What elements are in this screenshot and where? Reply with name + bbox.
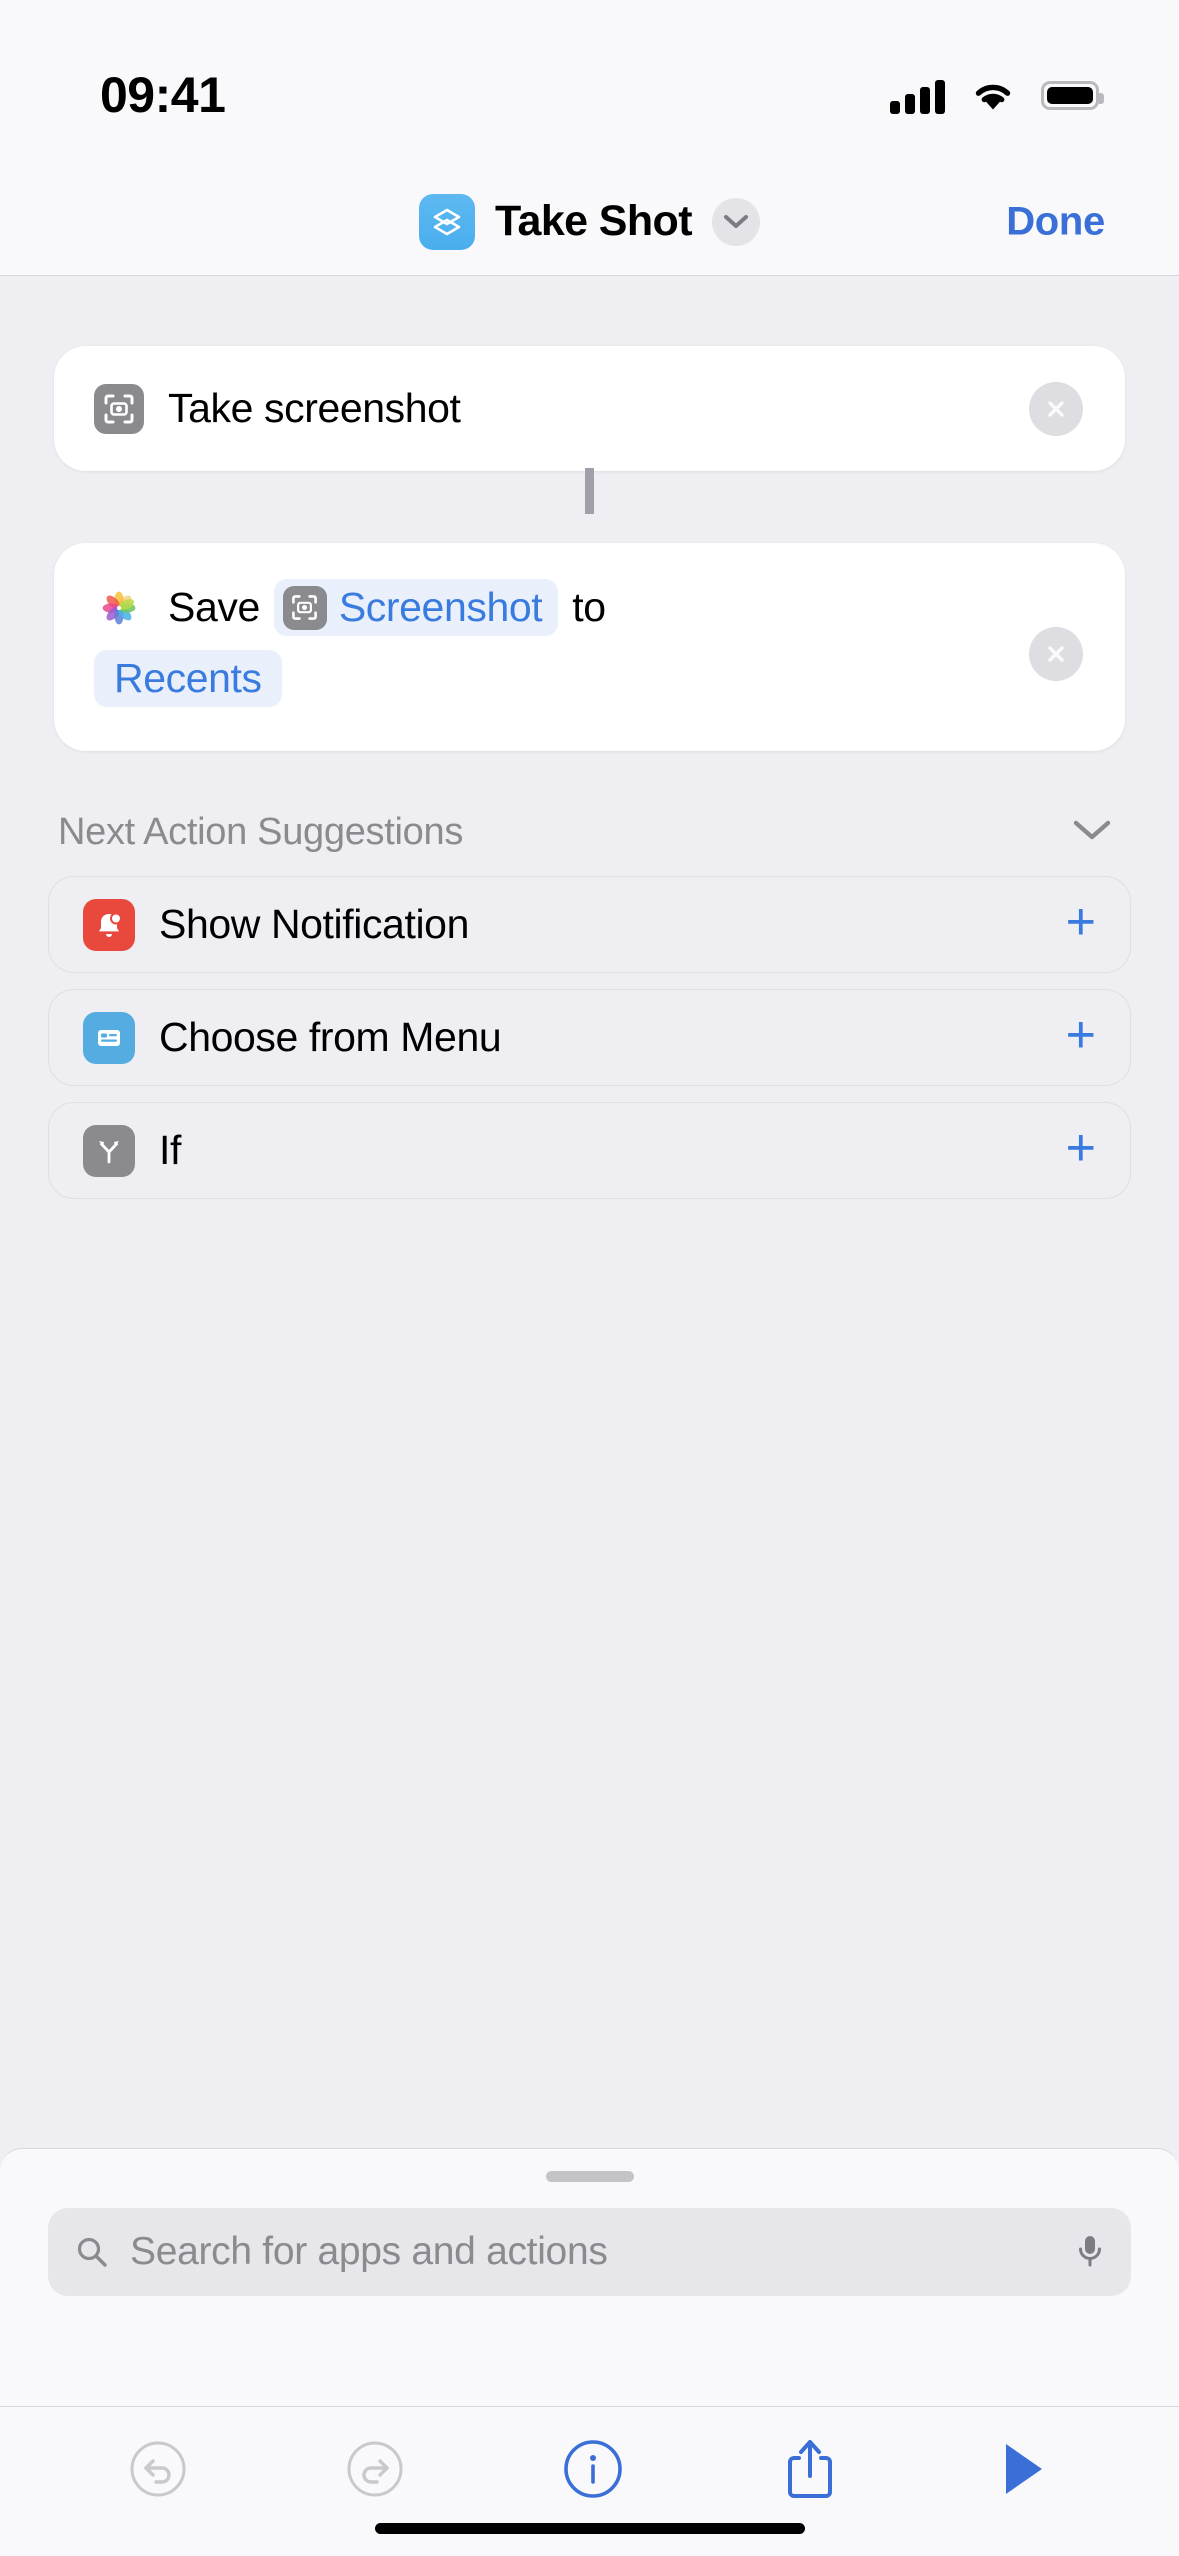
- suggestions-title: Next Action Suggestions: [58, 811, 464, 853]
- screenshot-camera-icon: [282, 585, 327, 630]
- action-prefix: Save: [168, 584, 260, 630]
- share-icon: [788, 2440, 833, 2498]
- microphone-icon[interactable]: [1075, 2232, 1105, 2272]
- action-middle-text: to: [572, 584, 606, 630]
- page-title: Take Shot: [495, 197, 693, 245]
- run-button[interactable]: [996, 2438, 1050, 2505]
- action-line-1: Save Screenshot to: [94, 579, 1085, 636]
- photos-app-icon: [94, 582, 144, 633]
- plus-icon[interactable]: +: [1066, 1122, 1096, 1174]
- action-card-save-to-album[interactable]: Save Screenshot to Recents: [54, 543, 1125, 751]
- info-circle-icon: [564, 2440, 623, 2498]
- album-token-recents[interactable]: Recents: [94, 650, 282, 707]
- search-icon: [77, 2237, 107, 2267]
- info-button[interactable]: [562, 2438, 624, 2505]
- variable-token-screenshot[interactable]: Screenshot: [273, 579, 559, 636]
- redo-button[interactable]: [346, 2440, 404, 2503]
- next-action-suggestions-header[interactable]: Next Action Suggestions: [54, 811, 1125, 854]
- status-time: 09:41: [100, 67, 226, 123]
- suggestion-label: Show Notification: [159, 901, 469, 947]
- bottom-toolbar: [0, 2406, 1179, 2556]
- done-button[interactable]: Done: [1006, 199, 1105, 244]
- suggestion-row-if[interactable]: If +: [48, 1102, 1131, 1199]
- close-circle-icon[interactable]: [1029, 627, 1083, 681]
- chevron-down-icon[interactable]: [711, 197, 760, 246]
- navigation-bar: Take Shot Done: [0, 168, 1179, 276]
- home-indicator: [374, 2523, 805, 2534]
- search-placeholder: Search for apps and actions: [130, 2230, 608, 2273]
- undo-button[interactable]: [129, 2440, 187, 2503]
- chevron-down-icon[interactable]: [1071, 817, 1113, 848]
- album-token-label: Recents: [114, 655, 262, 701]
- play-icon: [1005, 2444, 1042, 2494]
- action-line-2: Recents: [94, 650, 1085, 707]
- variable-token-label: Screenshot: [338, 584, 543, 630]
- action-title: Take screenshot: [168, 385, 461, 431]
- plus-icon[interactable]: +: [1066, 1009, 1096, 1061]
- shortcut-title-button[interactable]: Take Shot: [419, 193, 760, 250]
- status-icons: [890, 76, 1104, 114]
- close-circle-icon[interactable]: [1029, 381, 1083, 436]
- action-connector: [585, 468, 594, 514]
- suggestion-row-choose-from-menu[interactable]: Choose from Menu +: [48, 989, 1131, 1086]
- branch-if-icon: [83, 1124, 135, 1177]
- suggestion-row-show-notification[interactable]: Show Notification +: [48, 876, 1131, 973]
- bell-notification-icon: [83, 898, 135, 951]
- suggestions-list: Show Notification + Choose from Menu + I…: [48, 876, 1131, 1199]
- plus-icon[interactable]: +: [1066, 896, 1096, 948]
- cellular-signal-icon: [890, 76, 945, 114]
- suggestion-label: If: [159, 1127, 181, 1173]
- menu-list-icon: [83, 1011, 135, 1064]
- action-card-take-screenshot[interactable]: Take screenshot: [54, 346, 1125, 471]
- battery-full-icon: [1041, 80, 1104, 110]
- search-sheet: Search for apps and actions: [0, 2148, 1179, 2406]
- suggestion-label: Choose from Menu: [159, 1014, 502, 1060]
- search-input[interactable]: Search for apps and actions: [48, 2208, 1131, 2296]
- screenshot-camera-icon: [94, 383, 144, 434]
- redo-icon: [347, 2441, 403, 2497]
- status-bar: 09:41: [0, 0, 1179, 168]
- layers-icon: [419, 193, 476, 250]
- share-button[interactable]: [783, 2436, 837, 2507]
- undo-icon: [130, 2441, 186, 2497]
- wifi-icon: [975, 84, 1011, 109]
- shortcut-canvas: Take screenshot Save Screenshot to Recen…: [0, 276, 1179, 1215]
- sheet-grabber[interactable]: [545, 2171, 634, 2182]
